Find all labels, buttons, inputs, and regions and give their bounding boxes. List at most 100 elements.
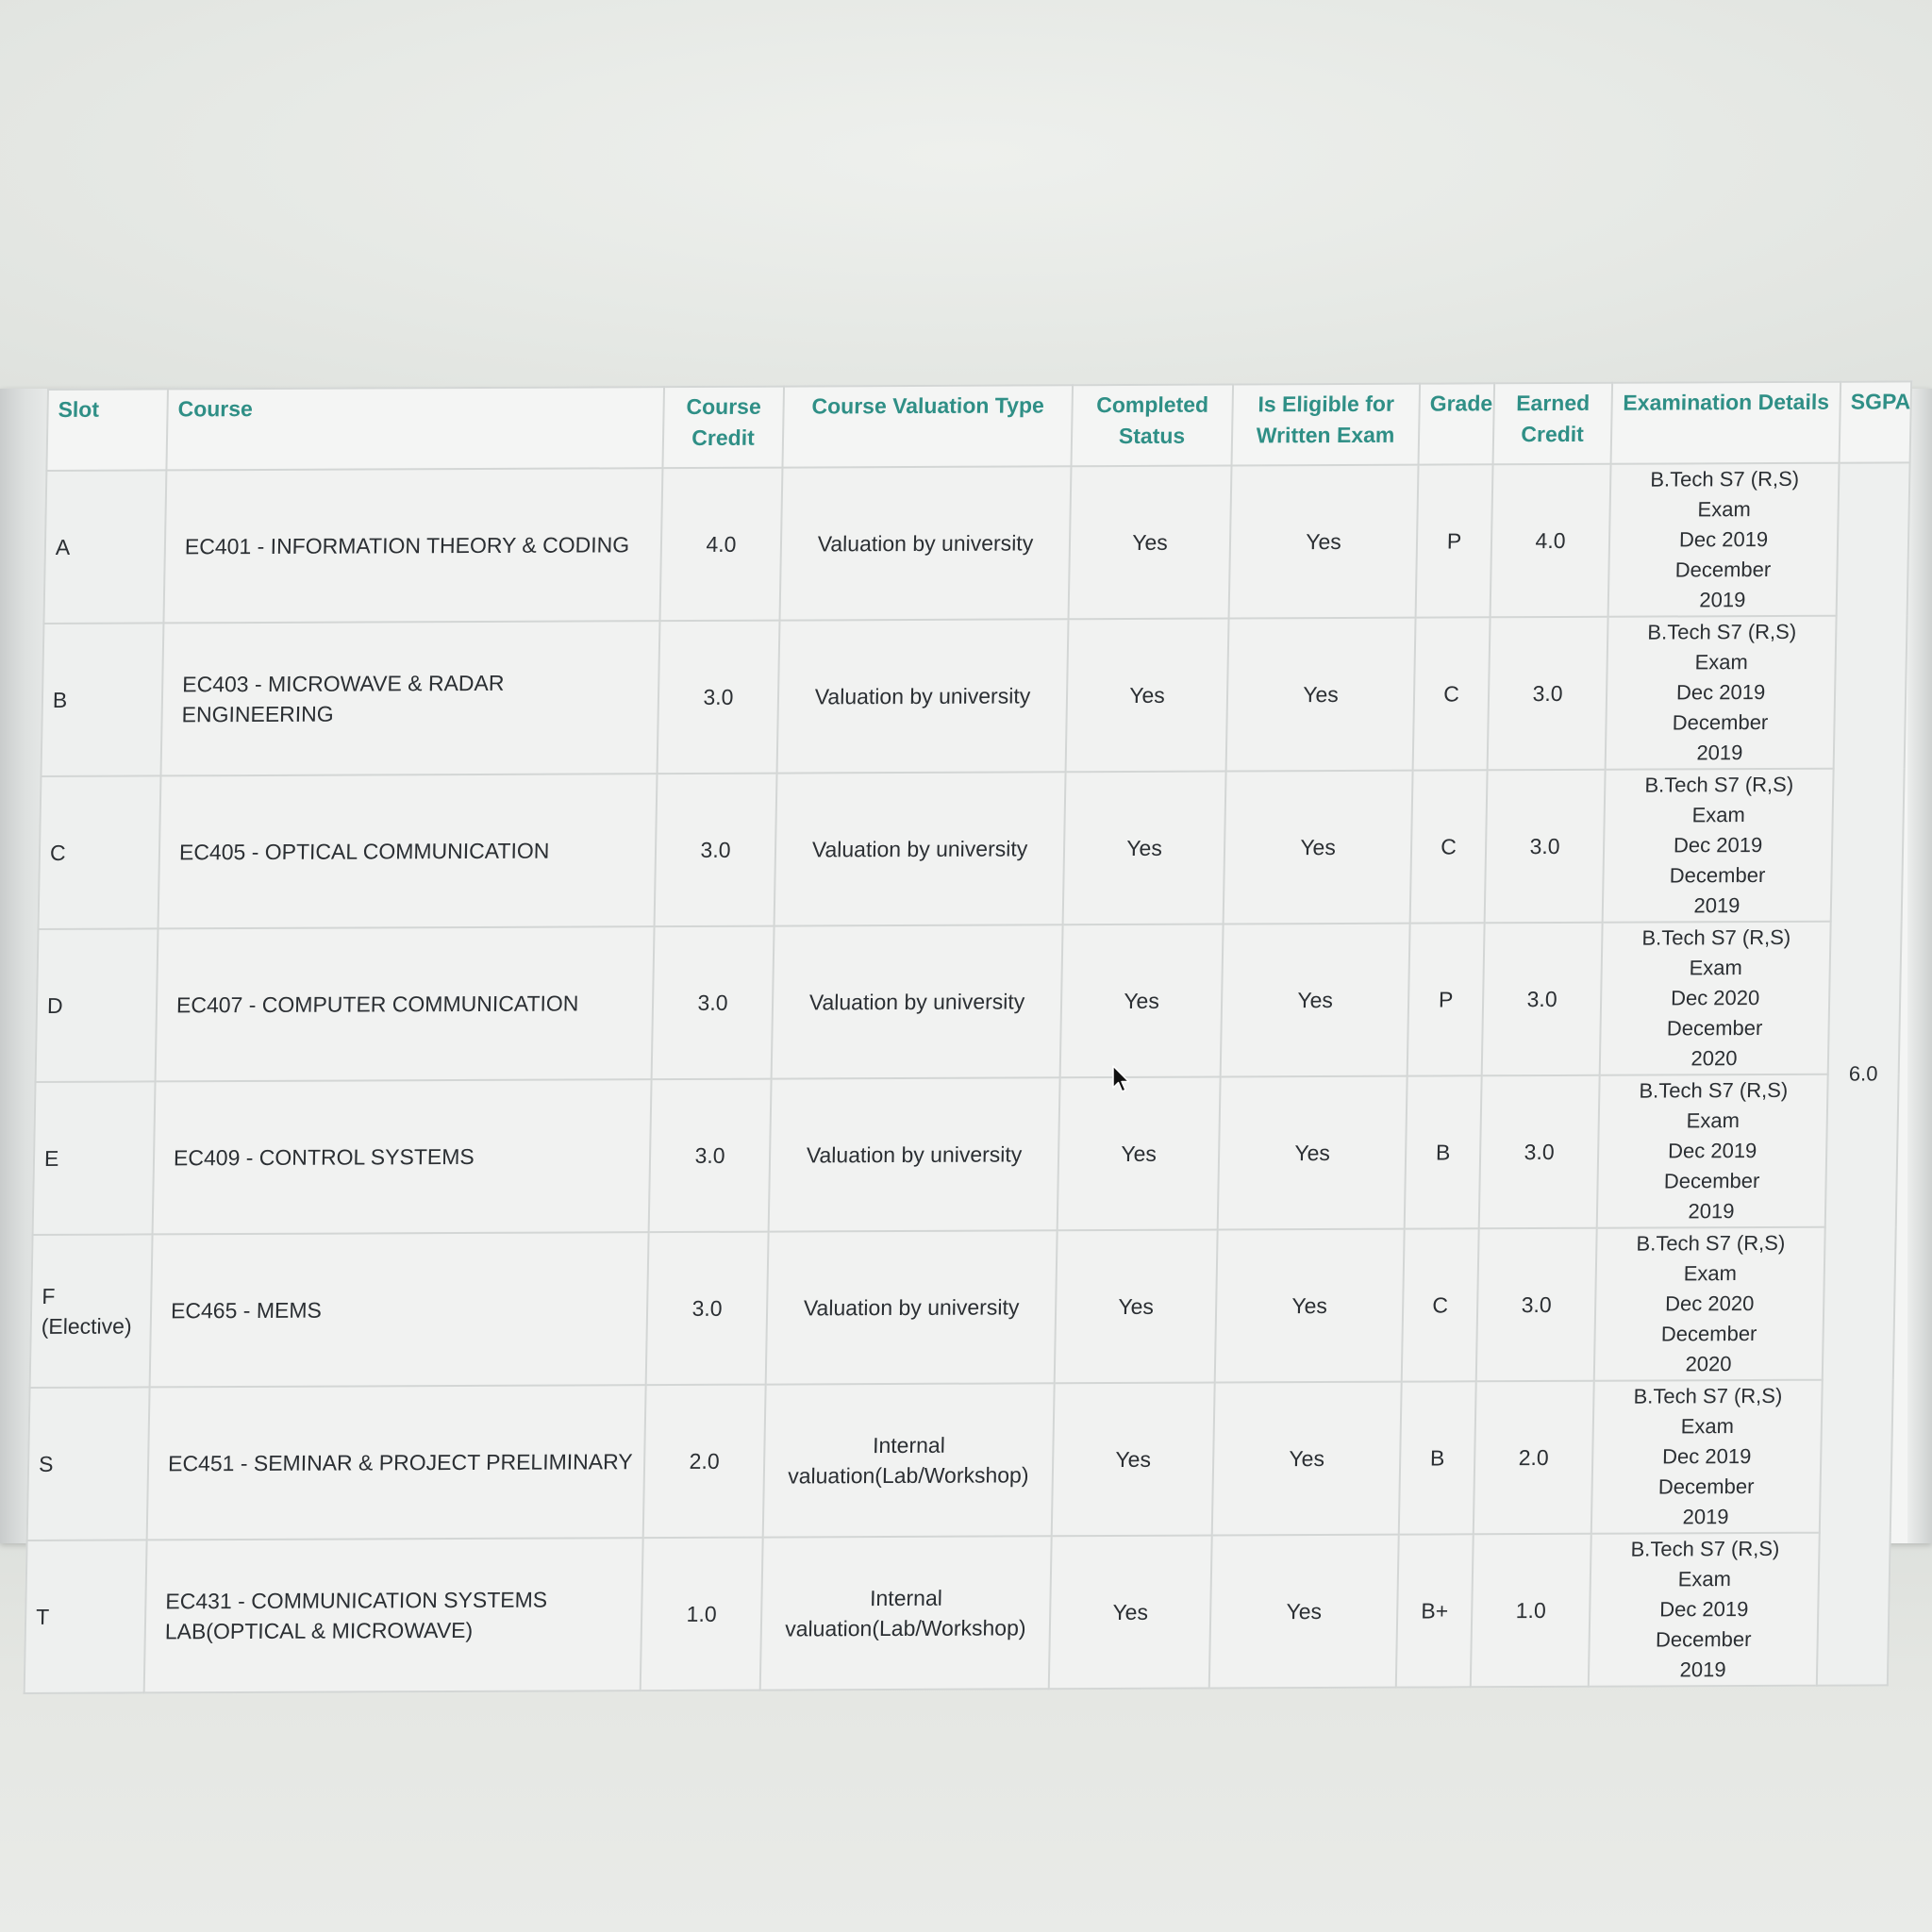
course-cell: EC451 - SEMINAR & PROJECT PRELIMINARY xyxy=(146,1385,646,1541)
exam-line-1: B.Tech S7 (R,S) Exam xyxy=(1636,1230,1786,1286)
header-eligible-line1: Is Eligible for xyxy=(1257,391,1395,417)
course-credit-cell: 2.0 xyxy=(642,1384,766,1539)
table-row: F (Elective) EC465 - MEMS 3.0 Valuation b… xyxy=(29,1226,1896,1388)
earned-credit-value: 2.0 xyxy=(1518,1444,1549,1471)
course-cell: EC465 - MEMS xyxy=(149,1232,649,1388)
exam-line-2: Dec 2019 xyxy=(1658,1597,1749,1622)
course-name-line-2: LAB(OPTICAL & MICROWAVE) xyxy=(164,1617,474,1644)
valuation-type-line-2: valuation(Lab/Workshop) xyxy=(785,1615,1026,1641)
eligible-value: Yes xyxy=(1289,1445,1325,1472)
slot-value: D xyxy=(46,992,63,1018)
earned-credit-cell: 3.0 xyxy=(1475,1227,1597,1382)
slot-value: C xyxy=(49,840,66,865)
completed-status-cell: Yes xyxy=(1062,771,1226,925)
exam-line-3: December xyxy=(1657,1474,1755,1499)
course-credit-cell: 4.0 xyxy=(659,467,783,622)
grade-cell: C xyxy=(1409,770,1488,924)
course-name: EC409 - CONTROL SYSTEMS xyxy=(173,1143,475,1171)
exam-line-3: December xyxy=(1663,1169,1760,1193)
table-row: C EC405 - OPTICAL COMMUNICATION 3.0 Valu… xyxy=(38,768,1904,929)
slot-value: E xyxy=(43,1145,59,1171)
grade-value: C xyxy=(1441,834,1457,859)
exam-details-cell: B.Tech S7 (R,S) Exam Dec 2019 December 2019 xyxy=(1602,768,1834,923)
header-earned-credit: Earned Credit xyxy=(1492,382,1613,465)
header-grade-label: Grade xyxy=(1429,391,1493,416)
header-sgpa: SGPA xyxy=(1839,381,1912,463)
exam-line-3: December xyxy=(1672,710,1769,735)
grade-cell: B+ xyxy=(1395,1534,1474,1688)
eligible-cell: Yes xyxy=(1208,1534,1399,1689)
grade-cell: P xyxy=(1415,464,1493,618)
eligible-cell: Yes xyxy=(1211,1381,1402,1536)
completed-status-cell: Yes xyxy=(1054,1229,1218,1384)
course-name: EC405 - OPTICAL COMMUNICATION xyxy=(178,838,550,865)
slot-cell: D xyxy=(35,928,158,1082)
slot-value: B xyxy=(52,687,68,712)
header-completed-line1: Completed xyxy=(1096,391,1209,418)
header-earned-line1: Earned xyxy=(1515,390,1591,416)
completed-status-value: Yes xyxy=(1132,529,1169,555)
grade-value: P xyxy=(1446,528,1462,554)
exam-line-4: 2019 xyxy=(1688,1199,1735,1224)
valuation-type-value: Valuation by university xyxy=(817,530,1034,557)
exam-details-cell: B.Tech S7 (R,S) Exam Dec 2020 December 2020 xyxy=(1599,921,1831,1075)
course-cell: EC403 - MICROWAVE & RADAR ENGINEERING xyxy=(160,621,660,776)
results-table-container: Slot Course Course Credit Course Valuatio… xyxy=(23,380,1913,1694)
earned-credit-value: 3.0 xyxy=(1521,1291,1552,1318)
grade-value: C xyxy=(1432,1292,1449,1318)
earned-credit-cell: 2.0 xyxy=(1473,1380,1594,1535)
table-row: D EC407 - COMPUTER COMMUNICATION 3.0 Val… xyxy=(35,921,1902,1082)
course-credit-cell: 3.0 xyxy=(645,1231,769,1386)
valuation-type-cell: Valuation by university xyxy=(771,924,1063,1079)
mouse-pointer-icon xyxy=(1112,1065,1130,1092)
header-course-label: Course xyxy=(177,396,254,422)
header-course-credit-line1: Course xyxy=(686,393,762,420)
course-name-line-1: EC431 - COMMUNICATION SYSTEMS xyxy=(165,1587,548,1614)
eligible-cell: Yes xyxy=(1223,770,1413,924)
slot-value: S xyxy=(38,1451,54,1476)
earned-credit-value: 1.0 xyxy=(1515,1597,1547,1624)
exam-line-1: B.Tech S7 (R,S) Exam xyxy=(1630,1536,1780,1591)
course-cell: EC407 - COMPUTER COMMUNICATION xyxy=(155,926,655,1082)
exam-details-cell: B.Tech S7 (R,S) Exam Dec 2019 December 2019 xyxy=(1605,615,1837,770)
earned-credit-value: 3.0 xyxy=(1529,833,1560,859)
slot-cell: C xyxy=(38,775,161,929)
valuation-type-line-1: Internal xyxy=(869,1585,943,1611)
completed-status-cell: Yes xyxy=(1057,1076,1221,1231)
slot-cell: S xyxy=(26,1387,150,1541)
exam-line-4: 2019 xyxy=(1679,1657,1726,1682)
course-credit-value: 3.0 xyxy=(691,1295,723,1321)
exam-details-cell: B.Tech S7 (R,S) Exam Dec 2019 December 2019 xyxy=(1596,1074,1828,1228)
earned-credit-cell: 4.0 xyxy=(1490,463,1611,618)
eligible-value: Yes xyxy=(1291,1292,1328,1319)
eligible-cell: Yes xyxy=(1217,1075,1407,1230)
exam-line-2: Dec 2019 xyxy=(1678,527,1769,552)
slot-cell: A xyxy=(43,470,167,624)
slot-value: A xyxy=(55,534,71,559)
course-name: EC401 - INFORMATION THEORY & CODING xyxy=(184,532,630,559)
course-credit-cell: 3.0 xyxy=(651,925,774,1080)
course-credit-cell: 3.0 xyxy=(654,773,777,927)
course-name: EC407 - COMPUTER COMMUNICATION xyxy=(175,991,579,1018)
sgpa-value: 6.0 xyxy=(1848,1061,1878,1086)
course-name: EC403 - MICROWAVE & RADAR ENGINEERING xyxy=(181,670,505,727)
valuation-type-cell: Valuation by university xyxy=(765,1230,1058,1385)
course-cell: EC405 - OPTICAL COMMUNICATION xyxy=(158,774,658,929)
grade-cell: C xyxy=(1401,1228,1479,1382)
grade-cell: C xyxy=(1412,617,1491,771)
exam-line-3: December xyxy=(1666,1016,1763,1041)
exam-line-4: 2019 xyxy=(1696,741,1743,765)
exam-details-cell: B.Tech S7 (R,S) Exam Dec 2019 December 2019 xyxy=(1588,1532,1820,1687)
earned-credit-cell: 3.0 xyxy=(1481,922,1603,1076)
photo-background-top xyxy=(0,0,1932,389)
header-course-credit: Course Credit xyxy=(662,386,785,469)
exam-line-4: 2019 xyxy=(1699,588,1746,612)
slot-cell: E xyxy=(32,1081,156,1235)
valuation-type-value: Valuation by university xyxy=(811,836,1028,862)
screen-right-bezel xyxy=(1907,389,1932,1543)
header-slot: Slot xyxy=(46,389,168,471)
valuation-type-value: Valuation by university xyxy=(803,1294,1020,1321)
course-credit-value: 3.0 xyxy=(694,1142,725,1168)
exam-line-2: Dec 2019 xyxy=(1675,680,1766,705)
grade-value: P xyxy=(1438,987,1454,1012)
